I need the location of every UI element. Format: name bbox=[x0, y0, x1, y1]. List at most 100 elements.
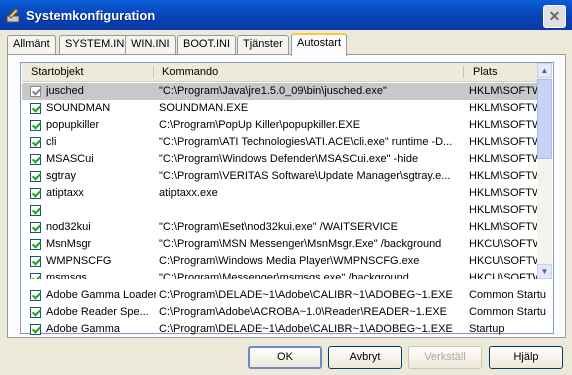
system-config-icon bbox=[6, 8, 20, 23]
startup-item-location: HKLM\SOFTWA bbox=[469, 187, 537, 199]
startup-checkbox[interactable] bbox=[30, 103, 41, 114]
startup-item-command: C:\Program\PopUp Killer\popupkiller.EXE bbox=[159, 119, 361, 131]
startup-checkbox[interactable] bbox=[30, 154, 41, 165]
list-header: Startobjekt Kommando Plats bbox=[22, 63, 537, 82]
startup-item-command: C:\Program\Windows Media Player\WMPNSCFG… bbox=[159, 255, 420, 267]
window-title: Systemkonfiguration bbox=[26, 8, 156, 23]
startup-item-command: C:\Program\DELADE~1\Adobe\CALIBR~1\ADOBE… bbox=[159, 323, 453, 335]
startup-item-location: Startup bbox=[469, 323, 505, 335]
ok-button[interactable]: OK bbox=[248, 346, 322, 369]
table-row[interactable]: atiptaxx atiptaxx.exe HKLM\SOFTWA bbox=[22, 185, 537, 202]
startup-item-name: cli bbox=[46, 136, 57, 148]
startup-item-location: HKLM\SOFTWA bbox=[469, 136, 537, 148]
startup-checkbox[interactable] bbox=[30, 239, 41, 250]
scroll-up-icon: ▲ bbox=[540, 66, 549, 75]
startup-checkbox[interactable] bbox=[30, 324, 41, 335]
tab-boot-ini[interactable]: BOOT.INI bbox=[177, 35, 237, 54]
startup-item-command: atiptaxx.exe bbox=[159, 187, 218, 199]
list-scrollbar[interactable]: ▲ ▼ bbox=[537, 63, 552, 279]
table-row[interactable]: sgtray "C:\Program\VERITAS Software\Upda… bbox=[22, 168, 537, 185]
startup-item-command: C:\Program\Adobe\ACROBA~1.0\Reader\READE… bbox=[159, 306, 447, 318]
tab-win-ini[interactable]: WIN.INI bbox=[125, 35, 176, 54]
startup-checkbox[interactable] bbox=[30, 86, 41, 97]
startup-checkbox[interactable] bbox=[30, 290, 41, 301]
startup-item-command: "C:\Program\Messenger\msmsgs.exe" /backg… bbox=[159, 272, 409, 279]
tab-general[interactable]: Allmänt bbox=[7, 35, 56, 54]
table-row[interactable]: Adobe Gamma C:\Program\DELADE~1\Adobe\CA… bbox=[22, 321, 553, 338]
table-row[interactable]: popupkiller C:\Program\PopUp Killer\popu… bbox=[22, 117, 537, 134]
startup-item-location: HKLM\SOFTWA bbox=[469, 85, 537, 97]
startup-item-name: Adobe Gamma Loader bbox=[46, 289, 156, 301]
help-button[interactable]: Hjälp bbox=[489, 346, 563, 369]
startup-item-location: HKCU\SOFTWA bbox=[469, 238, 537, 250]
startup-checkbox[interactable] bbox=[30, 307, 41, 318]
startup-item-command: C:\Program\DELADE~1\Adobe\CALIBR~1\ADOBE… bbox=[159, 289, 453, 301]
scroll-down-button[interactable]: ▼ bbox=[537, 264, 552, 279]
column-divider[interactable] bbox=[463, 66, 464, 78]
startup-item-location: HKLM\SOFTWA bbox=[469, 102, 537, 114]
startup-checkbox[interactable] bbox=[30, 137, 41, 148]
list-rows: jusched "C:\Program\Java\jre1.5.0_09\bin… bbox=[22, 83, 537, 279]
startup-checkbox[interactable] bbox=[30, 273, 41, 279]
startup-item-location: HKCU\SOFTWA bbox=[469, 255, 537, 267]
startup-item-command: "C:\Program\Java\jre1.5.0_09\bin\jusched… bbox=[159, 85, 387, 97]
startup-item-location: HKLM\SOFTWA bbox=[469, 221, 537, 233]
startup-item-location: HKLM\SOFTWA bbox=[469, 204, 537, 216]
table-row[interactable]: Adobe Gamma Loader C:\Program\DELADE~1\A… bbox=[22, 287, 553, 304]
startup-item-name: Adobe Gamma bbox=[46, 323, 120, 335]
apply-button[interactable]: Verkställ bbox=[408, 346, 482, 369]
startup-checkbox[interactable] bbox=[30, 171, 41, 182]
table-row[interactable]: HKLM\SOFTWA bbox=[22, 202, 537, 219]
startup-checkbox[interactable] bbox=[30, 188, 41, 199]
scroll-down-icon: ▼ bbox=[540, 267, 549, 276]
startup-list[interactable]: Startobjekt Kommando Plats jusched "C:\P… bbox=[20, 62, 554, 335]
table-row[interactable]: Adobe Reader Spe... C:\Program\Adobe\ACR… bbox=[22, 304, 553, 321]
scrollbar-thumb[interactable] bbox=[537, 79, 552, 159]
startup-item-name: WMPNSCFG bbox=[46, 255, 112, 267]
tab-autostart[interactable]: Autostart bbox=[291, 33, 348, 56]
startup-item-location: Common Startu bbox=[469, 306, 547, 318]
table-row[interactable]: SOUNDMAN SOUNDMAN.EXE HKLM\SOFTWA bbox=[22, 100, 537, 117]
startup-item-name: sgtray bbox=[46, 170, 76, 182]
close-button[interactable]: ✕ bbox=[543, 5, 566, 28]
startup-item-name: MSASCui bbox=[46, 153, 94, 165]
startup-item-command: "C:\Program\Eset\nod32kui.exe" /WAITSERV… bbox=[159, 221, 398, 233]
startup-item-command: "C:\Program\ATI Technologies\ATI.ACE\cli… bbox=[159, 136, 453, 148]
startup-checkbox[interactable] bbox=[30, 222, 41, 233]
table-row[interactable]: nod32kui "C:\Program\Eset\nod32kui.exe" … bbox=[22, 219, 537, 236]
table-row[interactable]: WMPNSCFG C:\Program\Windows Media Player… bbox=[22, 253, 537, 270]
table-row[interactable]: MSASCui "C:\Program\Windows Defender\MSA… bbox=[22, 151, 537, 168]
startup-item-location: HKCU\SOFTWA bbox=[469, 272, 537, 279]
column-header-command[interactable]: Kommando bbox=[162, 66, 218, 78]
startup-item-name: Adobe Reader Spe... bbox=[46, 306, 149, 318]
startup-item-location: HKLM\SOFTWA bbox=[469, 170, 537, 182]
startup-item-location: Common Startu bbox=[469, 289, 547, 301]
table-row[interactable]: MsnMsgr "C:\Program\MSN Messenger\MsnMsg… bbox=[22, 236, 537, 253]
close-icon: ✕ bbox=[548, 8, 561, 24]
startup-checkbox[interactable] bbox=[30, 120, 41, 131]
startup-item-location: HKLM\SOFTWA bbox=[469, 119, 537, 131]
column-divider[interactable] bbox=[153, 66, 154, 78]
startup-item-command: "C:\Program\VERITAS Software\Update Mana… bbox=[159, 170, 451, 182]
startup-item-name: SOUNDMAN bbox=[46, 102, 111, 114]
startup-item-command: "C:\Program\Windows Defender\MSASCui.exe… bbox=[159, 153, 419, 165]
scroll-up-button[interactable]: ▲ bbox=[537, 63, 552, 78]
overflow-rows: Adobe Gamma Loader C:\Program\DELADE~1\A… bbox=[22, 287, 553, 338]
table-row[interactable]: cli "C:\Program\ATI Technologies\ATI.ACE… bbox=[22, 134, 537, 151]
startup-item-name: MsnMsgr bbox=[46, 238, 92, 250]
startup-checkbox[interactable] bbox=[30, 256, 41, 267]
table-row[interactable]: msmsgs "C:\Program\Messenger\msmsgs.exe"… bbox=[22, 270, 537, 279]
title-bar: Systemkonfiguration ✕ bbox=[0, 0, 572, 30]
startup-item-command: "C:\Program\MSN Messenger\MsnMsgr.Exe" /… bbox=[159, 238, 442, 250]
tab-system-ini[interactable]: SYSTEM.INI bbox=[59, 35, 134, 54]
startup-item-command: SOUNDMAN.EXE bbox=[159, 102, 249, 114]
startup-checkbox[interactable] bbox=[30, 205, 41, 216]
startup-item-name: popupkiller bbox=[46, 119, 100, 131]
table-row[interactable]: jusched "C:\Program\Java\jre1.5.0_09\bin… bbox=[22, 83, 537, 100]
column-header-startup-item[interactable]: Startobjekt bbox=[31, 66, 84, 78]
tab-services[interactable]: Tjänster bbox=[237, 35, 289, 54]
cancel-button[interactable]: Avbryt bbox=[328, 346, 402, 369]
startup-item-name: msmsgs bbox=[46, 272, 87, 279]
startup-item-name: jusched bbox=[46, 85, 84, 97]
column-header-location[interactable]: Plats bbox=[473, 66, 497, 78]
